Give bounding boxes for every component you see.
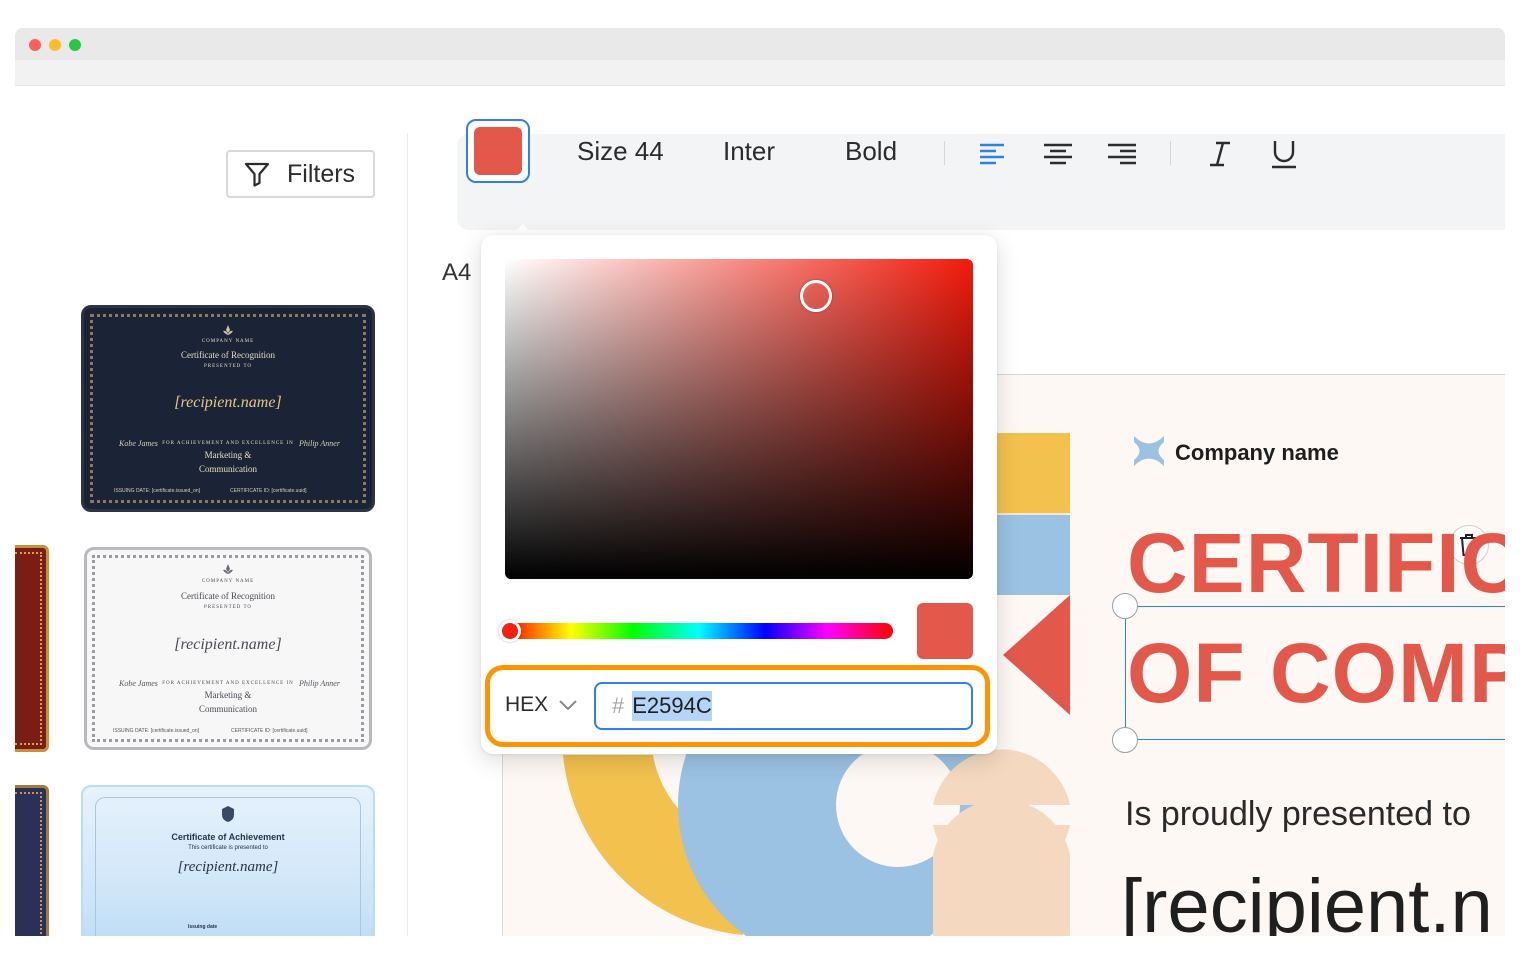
thumb-program: Marketing & [204, 450, 252, 460]
lotus-crest-icon [223, 325, 233, 335]
thumb-issuing-date: ISSUING DATE: [certificate.issued_on] [113, 728, 200, 734]
thumb-company: COMPANY NAME [201, 339, 255, 344]
font-weight-button[interactable]: Bold [845, 136, 897, 167]
thumb-presented: PRESENTED TO [203, 364, 253, 369]
thumb-program: Marketing & [204, 690, 252, 700]
selected-color-preview [917, 603, 973, 659]
thumb-signer-left: Kobe James [119, 679, 158, 688]
thumb-recipient: [recipient.name] [174, 394, 282, 411]
filters-button[interactable]: Filters [226, 150, 375, 198]
thumb-title: Certificate of Recognition [181, 591, 275, 601]
font-family-button[interactable]: Inter [723, 136, 775, 167]
thumb-certificate-id: CERTIFICATE ID: [certificate.uuid] [231, 728, 308, 734]
maximize-window-button[interactable] [69, 39, 81, 51]
hash-prefix: # [612, 693, 625, 718]
certificate-title-line-1[interactable]: CERTIFIC [1127, 515, 1505, 612]
font-size-button[interactable]: Size 44 [577, 136, 664, 167]
template-thumbnail-navy[interactable]: COMPANY NAME Certificate of Recognition … [81, 305, 375, 512]
template-thumbnail-partial-navy[interactable] [15, 785, 49, 936]
template-thumbnail-white[interactable]: COMPANY NAME Certificate of Recognition … [84, 547, 372, 750]
thumb-company: COMPANY NAME [201, 579, 255, 584]
template-thumbnail-partial-red[interactable] [15, 545, 49, 752]
thumb-presented: PRESENTED TO [203, 605, 253, 610]
thumb-presented: This certificate is presented to [188, 845, 268, 851]
window-titlebar [15, 28, 1505, 60]
align-left-icon[interactable] [978, 138, 1010, 170]
thumb-certificate-id: CERTIFICATE ID: [certificate.uuid] [230, 488, 307, 494]
selection-box[interactable] [1125, 606, 1505, 740]
color-picker-popover: HEX # E2594C [481, 235, 997, 754]
page-size-label: A4 [442, 259, 472, 286]
sidebar-divider [407, 133, 408, 936]
thumb-issuing-date: ISSUING DATE: [certificate.issued_on] [114, 488, 201, 494]
hue-slider[interactable] [505, 623, 893, 639]
saturation-value-area[interactable] [505, 259, 973, 579]
minimize-window-button[interactable] [49, 39, 61, 51]
thumb-program-2: Communication [199, 704, 257, 714]
text-color-swatch [474, 127, 522, 175]
thumb-recipient: [recipient.name] [177, 859, 279, 875]
thumb-signer-right: Philip Anner [299, 679, 340, 688]
thumb-signer-left: Kobe James [119, 439, 158, 448]
company-name-text[interactable]: Company name [1175, 440, 1339, 466]
saturation-value-cursor[interactable] [800, 280, 832, 312]
close-window-button[interactable] [29, 39, 41, 51]
thumb-signer-right: Philip Anner [299, 439, 340, 448]
chevron-down-icon [559, 700, 577, 711]
resize-handle-bottom-left[interactable] [1112, 727, 1138, 753]
funnel-icon [244, 162, 270, 187]
recipient-placeholder-text[interactable]: [recipient.n [1121, 863, 1493, 936]
thumb-issuing-label: Issuing date [188, 924, 218, 930]
browser-toolbar [15, 60, 1505, 86]
toolbar-separator [944, 141, 945, 165]
color-mode-label: HEX [505, 693, 549, 716]
text-color-button[interactable] [466, 119, 530, 183]
align-center-icon[interactable] [1042, 138, 1074, 170]
filters-label: Filters [287, 159, 356, 188]
thumb-recipient: [recipient.name] [174, 636, 282, 653]
underline-icon[interactable] [1268, 138, 1300, 170]
color-mode-select[interactable]: HEX [505, 693, 578, 717]
align-right-icon[interactable] [1106, 138, 1138, 170]
italic-icon[interactable] [1204, 138, 1236, 170]
thumb-title: Certificate of Recognition [181, 350, 275, 360]
presented-to-text[interactable]: Is proudly presented to [1125, 795, 1471, 834]
crest-icon [222, 806, 234, 822]
thumb-program-2: Communication [199, 464, 257, 474]
lotus-crest-icon [223, 564, 233, 574]
company-logo-icon [1134, 436, 1164, 466]
hue-slider-knob[interactable] [499, 620, 521, 642]
toolbar-separator [1170, 141, 1171, 165]
template-thumbnail-blue[interactable]: Certificate of Achievement This certific… [81, 785, 375, 936]
resize-handle-top-left[interactable] [1112, 593, 1138, 619]
hex-value-text[interactable]: E2594C [632, 691, 712, 721]
hex-value-input[interactable]: # E2594C [594, 682, 973, 730]
thumb-title: Certificate of Achievement [171, 832, 285, 842]
